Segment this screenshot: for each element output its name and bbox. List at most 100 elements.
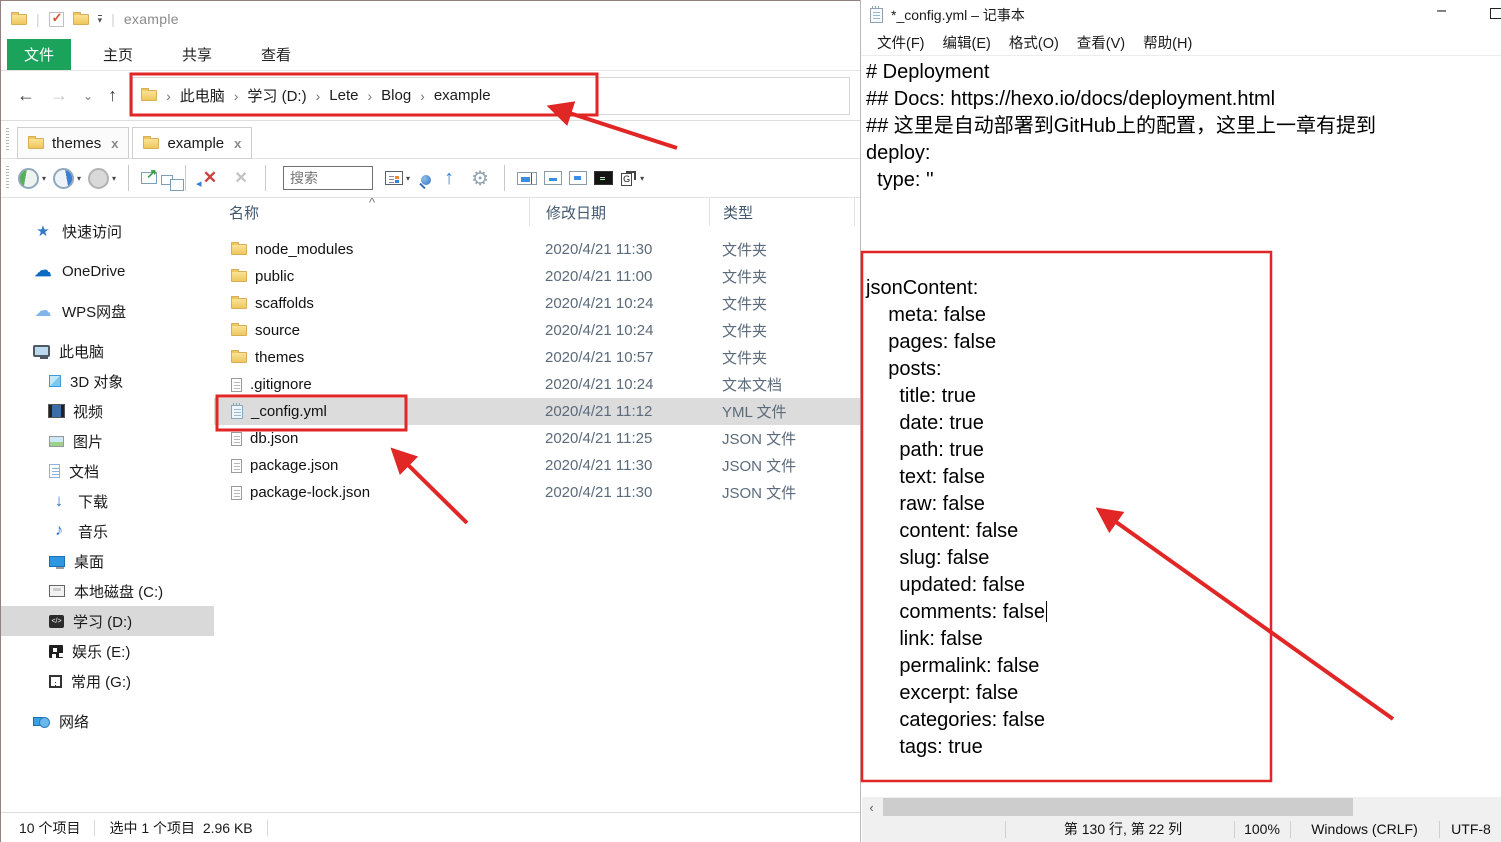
- file-row[interactable]: themes2020/4/21 10:57文件夹: [214, 344, 860, 371]
- drag-handle[interactable]: [6, 128, 9, 151]
- sidebar-item[interactable]: 学习 (D:): [1, 606, 214, 636]
- column-header-label: 类型: [723, 202, 753, 223]
- horizontal-scrollbar[interactable]: ‹: [862, 797, 1501, 817]
- text-line: raw: false: [866, 491, 1501, 518]
- ribbon-tab-home[interactable]: 主页: [86, 39, 150, 70]
- menu-item[interactable]: 编辑(E): [934, 32, 1000, 53]
- file-type: 文件夹: [709, 239, 767, 260]
- sidebar-item[interactable]: 文档: [1, 456, 214, 486]
- breadcrumb-item[interactable]: Blog: [381, 87, 411, 104]
- close-others-button[interactable]: [228, 164, 254, 192]
- tab-close-icon[interactable]: x: [111, 136, 118, 151]
- explorer-window: | ▾ | example 文件主页共享查看 ← → ⌄ ↑ ›此电脑›学习 (…: [0, 0, 860, 842]
- sidebar-item[interactable]: 图片: [1, 426, 214, 456]
- menu-item[interactable]: 文件(F): [868, 32, 934, 53]
- address-bar[interactable]: ›此电脑›学习 (D:)›Lete›Blog›example: [132, 77, 850, 115]
- explorer-body: 快速访问 OneDrive WPS网盘此电脑3D 对象视频图片文档下载音乐桌面本地磁…: [1, 198, 860, 812]
- close-tab-button[interactable]: [197, 164, 223, 192]
- sidebar-item[interactable]: 此电脑: [1, 336, 214, 366]
- file-row[interactable]: source2020/4/21 10:24文件夹: [214, 317, 860, 344]
- breadcrumb-item[interactable]: 此电脑: [180, 85, 225, 106]
- command-prompt-button[interactable]: [593, 169, 614, 187]
- text-editor-area[interactable]: # Deployment## Docs: https://hexo.io/doc…: [862, 56, 1501, 797]
- maximize-button[interactable]: [1490, 8, 1501, 19]
- scrollbar-thumb[interactable]: [883, 798, 1353, 816]
- sidebar-item[interactable]: 娱乐 (E:): [1, 636, 214, 666]
- explorer-tab[interactable]: themesx: [17, 127, 129, 159]
- sidebar-item-label: 视频: [73, 401, 103, 422]
- ribbon-tab-file[interactable]: 文件: [7, 39, 71, 70]
- file-row[interactable]: _config.yml2020/4/21 11:12YML 文件: [214, 398, 860, 425]
- file-row[interactable]: db.json2020/4/21 11:25JSON 文件: [214, 425, 860, 452]
- menu-item[interactable]: 查看(V): [1068, 32, 1134, 53]
- breadcrumb-item[interactable]: example: [434, 87, 491, 104]
- sidebar-item[interactable]: 下载: [1, 486, 214, 516]
- up-button[interactable]: ↑: [108, 85, 117, 106]
- file-type: JSON 文件: [709, 455, 796, 476]
- rename-tool-button[interactable]: [516, 170, 538, 187]
- ribbon-tab-view[interactable]: 查看: [244, 39, 308, 70]
- menu-item[interactable]: 格式(O): [1000, 32, 1068, 53]
- go-up-button[interactable]: [436, 164, 462, 192]
- file-name: package-lock.json: [250, 484, 370, 501]
- file-row[interactable]: .gitignore2020/4/21 10:24文本文档: [214, 371, 860, 398]
- folder-file-icon: [231, 244, 247, 255]
- open-in-new-window-button[interactable]: [140, 170, 158, 186]
- bottom-panel-button[interactable]: [543, 169, 563, 187]
- minimize-button[interactable]: –: [1437, 2, 1446, 20]
- recent-globe-button[interactable]: ▾: [87, 166, 117, 191]
- back-button[interactable]: ←: [17, 85, 35, 106]
- file-name-cell: public: [214, 268, 529, 285]
- scroll-left-arrow-icon[interactable]: ‹: [862, 797, 881, 817]
- encoding: UTF-8: [1439, 817, 1501, 842]
- file-row[interactable]: scaffolds2020/4/21 10:24文件夹: [214, 290, 860, 317]
- file-row[interactable]: package.json2020/4/21 11:30JSON 文件: [214, 452, 860, 479]
- tab-close-icon[interactable]: x: [234, 136, 241, 151]
- file-row[interactable]: node_modules2020/4/21 11:30文件夹: [214, 236, 860, 263]
- sidebar-item[interactable]: 快速访问: [1, 216, 214, 246]
- file-name-cell: db.json: [214, 430, 529, 447]
- explorer-tab[interactable]: examplex: [132, 127, 252, 159]
- forward-history-clock-button[interactable]: ▾: [52, 166, 82, 191]
- column-header-type[interactable]: 类型: [709, 198, 854, 226]
- file-row[interactable]: package-lock.json2020/4/21 11:30JSON 文件: [214, 479, 860, 506]
- view-mode-button[interactable]: ▾: [384, 169, 411, 187]
- ribbon-tab-share[interactable]: 共享: [165, 39, 229, 70]
- quick-access-checkbox-icon[interactable]: [49, 12, 64, 27]
- drag-handle[interactable]: [6, 166, 9, 190]
- breadcrumb-item[interactable]: Lete: [329, 87, 358, 104]
- downloads-icon: [49, 492, 69, 510]
- sidebar-item[interactable]: 视频: [1, 396, 214, 426]
- close-tab-icon: [198, 166, 222, 190]
- file-name: _config.yml: [251, 403, 327, 420]
- clone-tab-button[interactable]: [163, 169, 174, 187]
- folder-icon[interactable]: [73, 14, 89, 25]
- sidebar-item[interactable]: 网络: [1, 706, 214, 736]
- recent-locations-button[interactable]: ⌄: [83, 89, 93, 103]
- sidebar-item[interactable]: OneDrive: [1, 256, 214, 286]
- menu-item[interactable]: 帮助(H): [1134, 32, 1201, 53]
- search-input[interactable]: [283, 166, 373, 190]
- file-row[interactable]: public2020/4/21 11:00文件夹: [214, 263, 860, 290]
- sidebar-item[interactable]: 桌面: [1, 546, 214, 576]
- sidebar-item-label: WPS网盘: [62, 301, 126, 322]
- column-header-date[interactable]: 修改日期: [529, 198, 709, 226]
- side-panel-button[interactable]: [568, 169, 588, 187]
- sidebar-item[interactable]: 本地磁盘 (C:): [1, 576, 214, 606]
- sidebar-item[interactable]: 常用 (G:): [1, 666, 214, 696]
- grouping-button[interactable]: ▾: [619, 168, 645, 188]
- back-history-clock-button[interactable]: ▾: [17, 166, 47, 191]
- text-line: categories: false: [866, 707, 1501, 734]
- sidebar-item[interactable]: WPS网盘: [1, 296, 214, 326]
- customize-toolbar-arrow-icon[interactable]: ▾: [98, 15, 103, 24]
- sidebar-item[interactable]: 音乐: [1, 516, 214, 546]
- breadcrumb-item[interactable]: 学习 (D:): [247, 85, 306, 106]
- breadcrumb: ›此电脑›学习 (D:)›Lete›Blog›example: [157, 85, 490, 106]
- forward-button[interactable]: →: [50, 85, 68, 106]
- options-gear-button[interactable]: [467, 164, 493, 192]
- text-line: ## 这里是自动部署到GitHub上的配置，这里上一章有提到: [866, 113, 1501, 140]
- disk-g-icon: [49, 675, 62, 688]
- pin-tab-button[interactable]: [416, 170, 431, 187]
- sidebar-item[interactable]: 3D 对象: [1, 366, 214, 396]
- file-name-cell: package-lock.json: [214, 484, 529, 501]
